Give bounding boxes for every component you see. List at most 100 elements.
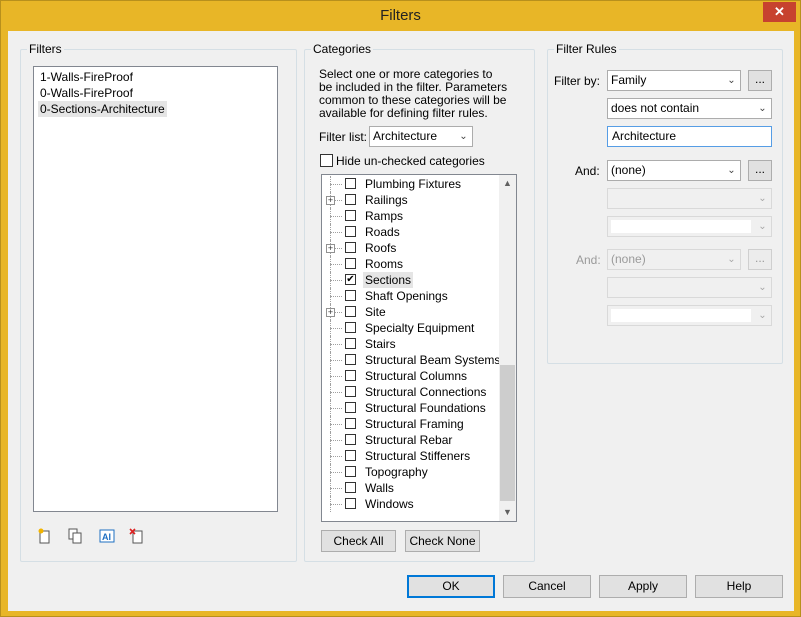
rule-value-input[interactable]: Architecture (607, 126, 772, 147)
category-checkbox[interactable] (345, 194, 356, 205)
category-checkbox[interactable] (345, 242, 356, 253)
apply-button[interactable]: Apply (599, 575, 687, 598)
category-checkbox[interactable] (345, 466, 356, 477)
category-row[interactable]: ✔ Sections (322, 272, 512, 288)
category-label[interactable]: Ramps (363, 208, 405, 224)
category-checkbox[interactable] (345, 226, 356, 237)
filter-by-dropdown[interactable]: Family ⌄ (607, 70, 741, 91)
category-checkbox[interactable] (345, 178, 356, 189)
categories-tree[interactable]: Plumbing Fixtures + Railings Ramps Roads + Roo… (321, 174, 517, 522)
category-label[interactable]: Plumbing Fixtures (363, 176, 463, 192)
category-label[interactable]: Shaft Openings (363, 288, 450, 304)
category-label[interactable]: Windows (363, 496, 416, 512)
filter-list-value: Architecture (373, 129, 438, 143)
help-button[interactable]: Help (695, 575, 783, 598)
category-label[interactable]: Structural Stiffeners (363, 448, 472, 464)
and2-value-dropdown: ⌄ (607, 305, 772, 326)
category-checkbox[interactable]: ✔ (345, 274, 356, 285)
category-checkbox[interactable] (345, 322, 356, 333)
category-label[interactable]: Structural Foundations (363, 400, 488, 416)
category-row[interactable]: Structural Connections (322, 384, 512, 400)
category-checkbox[interactable] (345, 354, 356, 365)
category-checkbox[interactable] (345, 482, 356, 493)
category-row[interactable]: + Railings (322, 192, 512, 208)
category-label[interactable]: Roofs (363, 240, 398, 256)
check-all-button[interactable]: Check All (321, 530, 396, 552)
category-checkbox[interactable] (345, 450, 356, 461)
category-label[interactable]: Topography (363, 464, 430, 480)
category-row[interactable]: Ramps (322, 208, 512, 224)
filter-item[interactable]: 1-Walls-FireProof (38, 69, 135, 85)
new-filter-icon[interactable] (37, 528, 53, 544)
category-checkbox[interactable] (345, 290, 356, 301)
category-row[interactable]: Structural Foundations (322, 400, 512, 416)
category-checkbox[interactable] (345, 434, 356, 445)
category-row[interactable]: + Site (322, 304, 512, 320)
category-label[interactable]: Sections (363, 272, 414, 288)
categories-scrollbar[interactable]: ▲ ▼ (499, 175, 516, 521)
category-label[interactable]: Stairs (363, 336, 398, 352)
category-row[interactable]: Walls (322, 480, 512, 496)
category-label[interactable]: Roads (363, 224, 402, 240)
filters-list[interactable]: 1-Walls-FireProof 0-Walls-FireProof 0-Se… (33, 66, 278, 512)
category-row[interactable]: Structural Beam Systems (322, 352, 512, 368)
category-label[interactable]: Rooms (363, 256, 405, 272)
category-row[interactable]: Topography (322, 464, 512, 480)
category-row[interactable]: Stairs (322, 336, 512, 352)
duplicate-filter-icon[interactable] (67, 528, 83, 544)
category-checkbox[interactable] (345, 402, 356, 413)
and1-operator-dropdown: ⌄ (607, 188, 772, 209)
filter-by-browse-button[interactable]: ... (748, 70, 772, 91)
and1-browse-button[interactable]: ... (748, 160, 772, 181)
scroll-up-icon[interactable]: ▲ (499, 175, 516, 192)
cancel-button[interactable]: Cancel (503, 575, 591, 598)
category-row[interactable]: Structural Stiffeners (322, 448, 512, 464)
category-row[interactable]: Rooms (322, 256, 512, 272)
hide-unchecked-checkbox[interactable] (320, 154, 333, 167)
category-label[interactable]: Structural Columns (363, 368, 469, 384)
category-row[interactable]: Specialty Equipment (322, 320, 512, 336)
operator-dropdown[interactable]: does not contain ⌄ (607, 98, 772, 119)
category-row[interactable]: Structural Framing (322, 416, 512, 432)
chevron-down-icon: ⌄ (758, 282, 767, 293)
scroll-thumb[interactable] (500, 365, 515, 501)
category-row[interactable]: Shaft Openings (322, 288, 512, 304)
expand-plus-icon[interactable]: + (326, 308, 335, 317)
category-checkbox[interactable] (345, 306, 356, 317)
category-row[interactable]: Plumbing Fixtures (322, 176, 512, 192)
category-row[interactable]: Roads (322, 224, 512, 240)
close-button[interactable]: ✕ (763, 2, 796, 22)
filter-item-selected[interactable]: 0-Sections-Architecture (38, 101, 167, 117)
category-checkbox[interactable] (345, 338, 356, 349)
category-checkbox[interactable] (345, 258, 356, 269)
scroll-down-icon[interactable]: ▼ (499, 504, 516, 521)
expand-plus-icon[interactable]: + (326, 244, 335, 253)
category-checkbox[interactable] (345, 418, 356, 429)
category-label[interactable]: Specialty Equipment (363, 320, 476, 336)
category-row[interactable]: Structural Columns (322, 368, 512, 384)
filter-list-dropdown[interactable]: Architecture ⌄ (369, 126, 473, 147)
category-checkbox[interactable] (345, 386, 356, 397)
category-label[interactable]: Structural Framing (363, 416, 466, 432)
hide-unchecked-label[interactable]: Hide un-checked categories (336, 154, 485, 168)
category-label[interactable]: Site (363, 304, 388, 320)
check-none-button[interactable]: Check None (405, 530, 480, 552)
category-row[interactable]: Windows (322, 496, 512, 512)
filter-item[interactable]: 0-Walls-FireProof (38, 85, 135, 101)
delete-filter-icon[interactable] (129, 528, 145, 544)
category-label[interactable]: Structural Connections (363, 384, 488, 400)
category-label[interactable]: Railings (363, 192, 410, 208)
tree-connector-dots (330, 344, 342, 345)
category-row[interactable]: + Roofs (322, 240, 512, 256)
ok-button[interactable]: OK (407, 575, 495, 598)
category-checkbox[interactable] (345, 370, 356, 381)
expand-plus-icon[interactable]: + (326, 196, 335, 205)
category-row[interactable]: Structural Rebar (322, 432, 512, 448)
category-label[interactable]: Structural Rebar (363, 432, 454, 448)
and1-parameter-dropdown[interactable]: (none) ⌄ (607, 160, 741, 181)
category-label[interactable]: Walls (363, 480, 396, 496)
category-checkbox[interactable] (345, 498, 356, 509)
rename-filter-icon[interactable]: AI (99, 528, 115, 544)
category-checkbox[interactable] (345, 210, 356, 221)
category-label[interactable]: Structural Beam Systems (363, 352, 502, 368)
